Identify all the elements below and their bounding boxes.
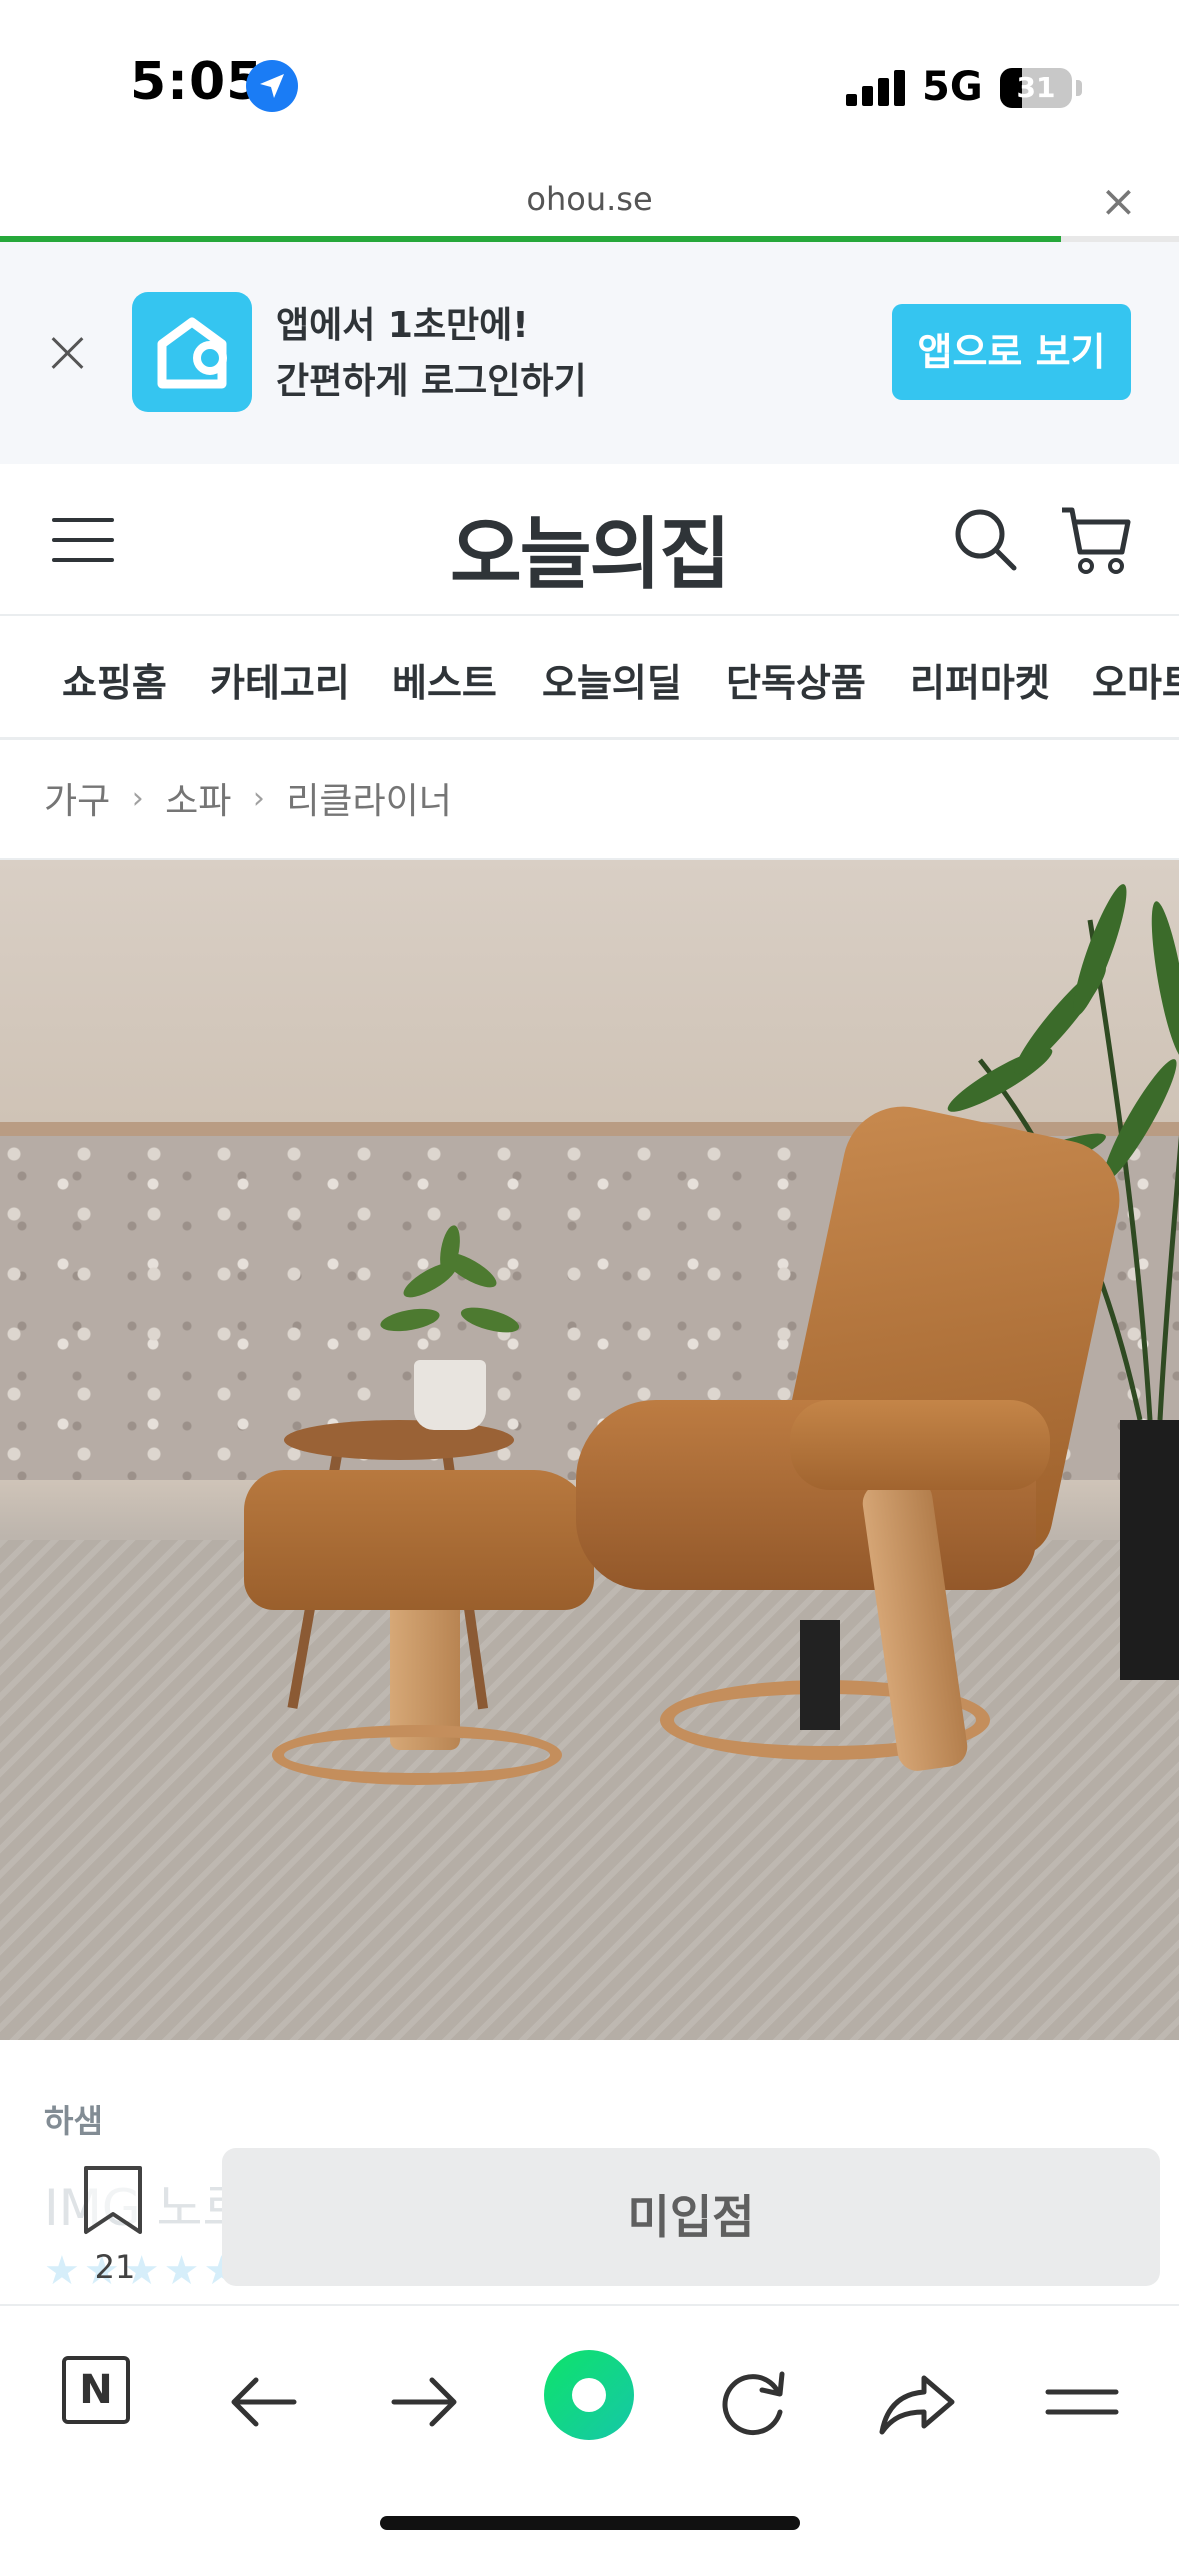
breadcrumb-item[interactable]: 리클라이너 (286, 772, 452, 824)
site-header: 오늘의집 (0, 464, 1179, 616)
product-image[interactable] (0, 860, 1179, 2040)
banner-line2: 간편하게 로그인하기 (276, 361, 587, 402)
battery-icon: 31 (1000, 68, 1072, 108)
close-icon[interactable]: × (1100, 176, 1137, 227)
tab-refurb-market[interactable]: 리퍼마켓 (910, 652, 1050, 707)
green-dot-icon[interactable] (544, 2350, 634, 2440)
forward-arrow-icon[interactable] (376, 2352, 476, 2452)
bookmark-icon (84, 2166, 142, 2234)
plant-pot (414, 1360, 486, 1430)
chevron-right-icon: › (131, 780, 144, 816)
app-install-banner: 앱에서 1초만에! 간편하게 로그인하기 앱으로 보기 (0, 242, 1179, 464)
hamburger-icon[interactable] (1032, 2352, 1132, 2452)
breadcrumb-item[interactable]: 소파 (165, 772, 231, 824)
cart-icon[interactable] (1056, 500, 1136, 580)
naver-n-icon[interactable]: N (62, 2356, 130, 2424)
brand-name[interactable]: 하샘 (44, 2096, 103, 2142)
url-bar[interactable]: ohou.se × (0, 176, 1179, 236)
network-label: 5G (922, 64, 983, 110)
tab-category[interactable]: 카테고리 (210, 652, 350, 707)
battery-percent: 31 (1016, 71, 1056, 104)
tab-today-deal[interactable]: 오늘의딜 (542, 652, 682, 707)
share-icon[interactable] (866, 2352, 966, 2452)
banner-text: 앱에서 1초만에! 간편하게 로그인하기 (276, 298, 587, 410)
ottoman-base (272, 1725, 562, 1785)
banner-close-button[interactable] (42, 328, 92, 378)
category-nav: 쇼핑홈 카테고리 베스트 오늘의딜 단독상품 리퍼마켓 오마트 (0, 618, 1179, 740)
home-indicator[interactable] (380, 2516, 800, 2530)
planter (1120, 1420, 1179, 1680)
status-bar: 5:05 5G 31 (0, 0, 1179, 180)
url-text[interactable]: ohou.se (0, 180, 1179, 218)
ohou-app-icon (132, 292, 252, 412)
tab-omart[interactable]: 오마트 (1092, 652, 1179, 707)
back-arrow-icon[interactable] (212, 2352, 312, 2452)
tab-best[interactable]: 베스트 (392, 652, 497, 707)
chair-stem (800, 1620, 840, 1730)
breadcrumb-item[interactable]: 가구 (44, 772, 110, 824)
chevron-right-icon: › (252, 780, 265, 816)
breadcrumb: 가구 › 소파 › 리클라이너 (44, 772, 452, 828)
location-arrow-icon (246, 60, 298, 112)
tab-exclusive[interactable]: 단독상품 (726, 652, 866, 707)
not-available-button[interactable]: 미입점 (222, 2148, 1160, 2286)
banner-line1: 앱에서 1초만에! (276, 305, 529, 346)
recliner-armrest (790, 1400, 1050, 1490)
open-in-app-button[interactable]: 앱으로 보기 (892, 304, 1131, 400)
potted-plant (380, 1225, 520, 1333)
signal-icon (846, 70, 906, 106)
reload-icon[interactable] (702, 2352, 802, 2452)
tab-shopping-home[interactable]: 쇼핑홈 (62, 652, 167, 707)
bookmark-count: 21 (94, 2248, 136, 2286)
search-icon[interactable] (950, 504, 1022, 576)
side-table (284, 1420, 514, 1460)
ottoman (244, 1470, 594, 1610)
rug (0, 1540, 1179, 2040)
battery-nub (1076, 80, 1082, 96)
bookmark-button[interactable]: 21 (60, 2164, 170, 2294)
status-time: 5:05 (130, 52, 264, 112)
